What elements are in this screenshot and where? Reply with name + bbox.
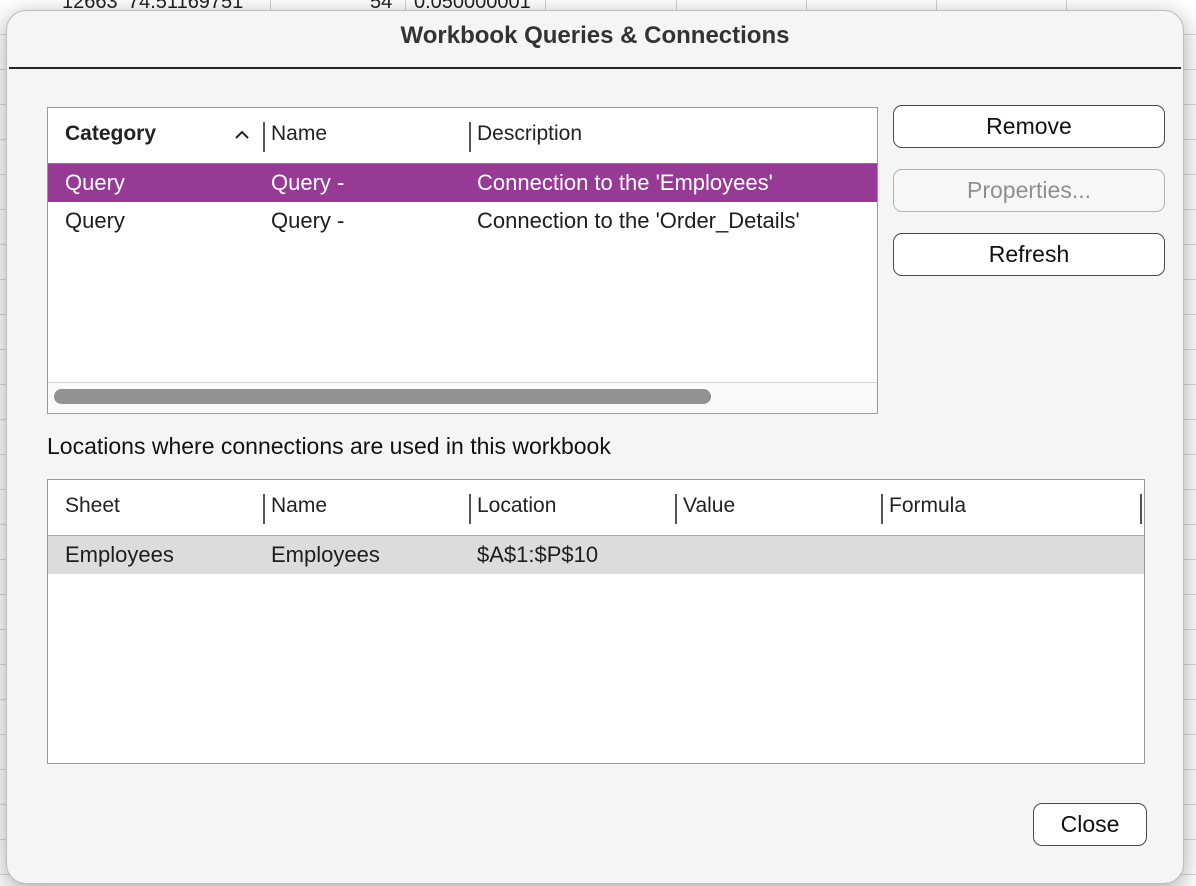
column-header-category[interactable]: Category	[65, 122, 156, 146]
column-header-formula[interactable]: Formula	[889, 494, 966, 518]
column-header-name[interactable]: Name	[271, 494, 327, 518]
remove-button[interactable]: Remove	[893, 105, 1165, 148]
cell-name: Query -	[271, 208, 345, 233]
sort-ascending-icon[interactable]	[234, 122, 250, 146]
refresh-button[interactable]: Refresh	[893, 233, 1165, 276]
column-header-name[interactable]: Name	[271, 122, 327, 146]
cell-description: Connection to the 'Employees'	[477, 170, 773, 195]
connections-table-header: Category Name Description	[48, 108, 877, 165]
table-row[interactable]: Query Query - Connection to the 'Employe…	[48, 164, 877, 202]
table-row[interactable]: Query Query - Connection to the 'Order_D…	[48, 202, 877, 240]
cell-category: Query	[65, 170, 125, 195]
column-divider[interactable]	[469, 494, 471, 524]
locations-table-header: Sheet Name Location Value Formula	[48, 480, 1144, 536]
dialog-title: Workbook Queries & Connections	[400, 22, 790, 49]
column-header-location[interactable]: Location	[477, 494, 556, 518]
column-header-description[interactable]: Description	[477, 122, 582, 146]
cell-sheet: Employees	[65, 542, 174, 567]
column-divider[interactable]	[263, 494, 265, 524]
column-divider[interactable]	[675, 494, 677, 524]
properties-button[interactable]: Properties...	[893, 169, 1165, 212]
cell-name: Query -	[271, 170, 345, 195]
column-divider[interactable]	[881, 494, 883, 524]
locations-label: Locations where connections are used in …	[47, 433, 611, 459]
cell-description: Connection to the 'Order_Details'	[477, 208, 800, 233]
connections-table[interactable]: Category Name Description Query Query - …	[47, 107, 878, 414]
queries-connections-dialog: Workbook Queries & Connections Category …	[6, 10, 1184, 884]
cell-location: $A$1:$P$10	[477, 542, 599, 567]
column-divider[interactable]	[1140, 494, 1142, 524]
cell-name: Employees	[271, 542, 380, 567]
locations-table[interactable]: Sheet Name Location Value Formula Employ…	[47, 479, 1145, 764]
column-divider[interactable]	[263, 122, 265, 152]
close-button[interactable]: Close	[1033, 803, 1147, 846]
column-header-sheet[interactable]: Sheet	[65, 494, 120, 518]
horizontal-scrollbar[interactable]	[48, 382, 877, 413]
title-divider	[9, 67, 1181, 69]
table-row[interactable]: Employees Employees $A$1:$P$10	[48, 536, 1144, 574]
scrollbar-thumb[interactable]	[54, 389, 711, 404]
cell-category: Query	[65, 208, 125, 233]
column-divider[interactable]	[469, 122, 471, 152]
column-header-value[interactable]: Value	[683, 494, 735, 518]
